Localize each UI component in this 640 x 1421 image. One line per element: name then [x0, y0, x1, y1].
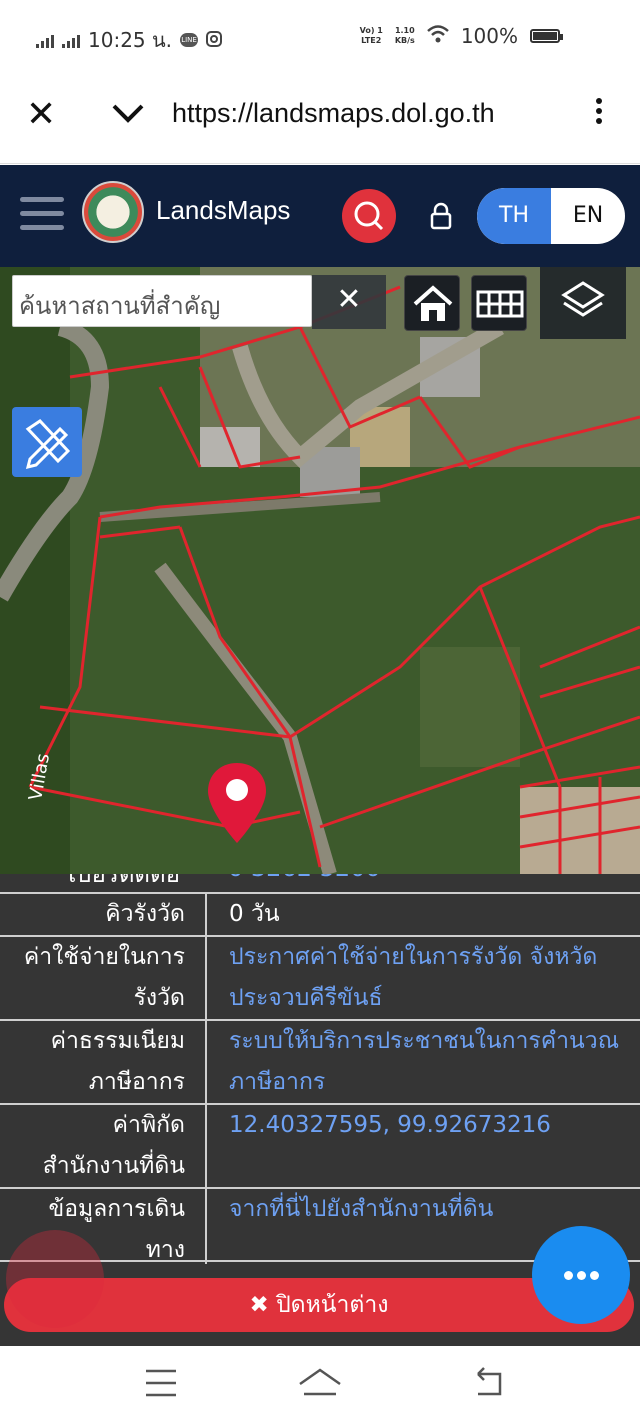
chevron-down-icon[interactable]	[108, 94, 148, 134]
contact-key: เบอร์ติดต่อ	[68, 874, 180, 888]
lock-icon[interactable]	[426, 201, 456, 231]
survey-cost-link[interactable]: ประกาศค่าใช้จ่ายในการรังวัด จังหวัด ประจ…	[206, 935, 640, 1020]
app-header: LandsMaps TH EN	[0, 165, 640, 267]
pencil-ruler-icon	[25, 419, 71, 470]
system-nav-bar	[0, 1346, 640, 1421]
table-row: ค่าพิกัด สำนักงานที่ดิน 12.40327595, 99.…	[0, 1103, 640, 1188]
info-value-queue: 0 วัน	[206, 892, 640, 936]
info-button-faded[interactable]	[6, 1230, 104, 1328]
grid-button[interactable]	[471, 275, 527, 331]
search-button[interactable]	[342, 189, 396, 243]
info-key-coordinates: ค่าพิกัด สำนักงานที่ดิน	[0, 1103, 207, 1188]
lang-th-button[interactable]: TH	[477, 188, 551, 244]
search-icon	[354, 201, 384, 231]
back-icon[interactable]	[477, 1367, 502, 1396]
contact-row-partial: เบอร์ติดต่อ 0 3262 5200	[0, 874, 640, 894]
home-icon	[413, 285, 453, 321]
clock: 10:25 น.	[88, 28, 173, 52]
info-key-survey-cost: ค่าใช้จ่ายในการ รังวัด	[0, 935, 207, 1020]
recent-apps-icon[interactable]	[146, 1369, 176, 1397]
grid-icon	[476, 290, 524, 318]
place-search-input[interactable]: ค้นหาสถานที่สำคัญ	[12, 275, 312, 327]
more-options-icon[interactable]	[590, 94, 608, 134]
home-button[interactable]	[404, 275, 460, 331]
network-speed: 1.10 KB/s	[394, 26, 415, 45]
network-type-label: Vo) 1 LTE2	[359, 26, 383, 45]
browser-toolbar: ✕ https://landsmaps.dol.go.th	[0, 76, 640, 164]
url-text[interactable]: https://landsmaps.dol.go.th	[172, 98, 495, 129]
layers-icon	[561, 281, 605, 317]
brand-name: LandsMaps	[156, 195, 291, 225]
signal-icon	[36, 32, 54, 48]
map-view[interactable]: Villas ค้นหาสถานที่สำคัญ ✕	[0, 267, 640, 874]
more-actions-fab[interactable]	[532, 1226, 630, 1324]
info-table: คิวรังวัด 0 วัน ค่าใช้จ่ายในการ รังวัด ป…	[0, 892, 640, 1264]
location-pin-icon[interactable]	[206, 761, 268, 845]
table-row: คิวรังวัด 0 วัน	[0, 892, 640, 936]
draw-tool-button[interactable]	[12, 407, 82, 477]
status-bar: 10:25 น. LINE Vo) 1 LTE2 1.10 KB/s 100%	[0, 0, 640, 76]
signal-icon-2	[62, 32, 80, 48]
table-row: ค่าใช้จ่ายในการ รังวัด ประกาศค่าใช้จ่ายใ…	[0, 935, 640, 1020]
table-row: ค่าธรรมเนียม ภาษีอากร ระบบให้บริการประชา…	[0, 1019, 640, 1104]
battery-percent: 100%	[460, 24, 518, 48]
info-key-queue: คิวรังวัด	[0, 892, 207, 936]
layers-button[interactable]	[540, 267, 626, 339]
line-app-icon: LINE	[180, 33, 199, 47]
satellite-map: Villas	[0, 267, 640, 874]
wifi-icon	[426, 24, 449, 48]
lang-en-button[interactable]: EN	[551, 188, 625, 244]
instagram-icon	[206, 28, 223, 52]
clear-search-button[interactable]: ✕	[312, 275, 386, 329]
info-key-fees: ค่าธรรมเนียม ภาษีอากร	[0, 1019, 207, 1104]
contact-value[interactable]: 0 3262 5200	[228, 874, 381, 882]
home-nav-icon[interactable]	[299, 1368, 341, 1396]
hamburger-menu-icon[interactable]	[20, 197, 64, 239]
dol-logo	[82, 181, 144, 243]
language-toggle: TH EN	[477, 188, 625, 244]
coordinates-link[interactable]: 12.40327595, 99.92673216	[206, 1103, 640, 1188]
battery-icon	[530, 29, 563, 43]
parcel-info-panel: เบอร์ติดต่อ 0 3262 5200 คิวรังวัด 0 วัน …	[0, 874, 640, 1264]
fees-link[interactable]: ระบบให้บริการประชาชนในการคำนวณ ภาษีอากร	[206, 1019, 640, 1104]
close-tab-icon[interactable]: ✕	[26, 94, 56, 135]
